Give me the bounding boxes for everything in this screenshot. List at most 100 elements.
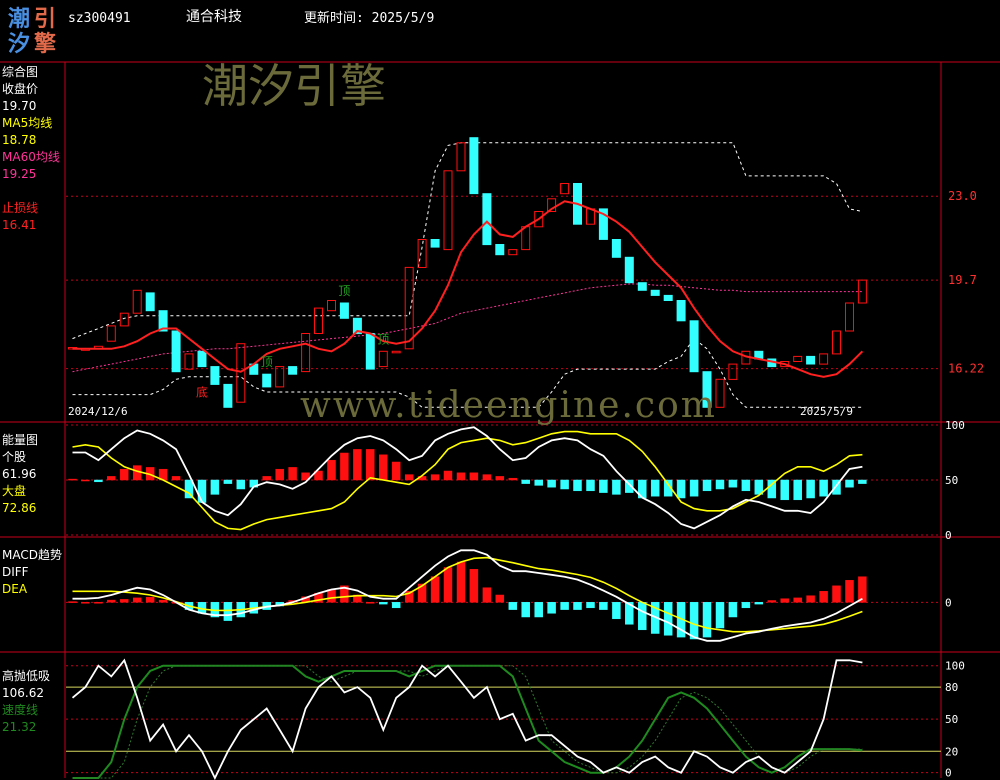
macd-bar xyxy=(482,587,492,603)
energy-bar xyxy=(353,449,362,481)
energy-bar xyxy=(858,479,867,484)
macd-panel-title: MACD趋势 xyxy=(2,548,62,562)
macd-bar xyxy=(81,602,90,604)
legend-stock-name: 个股 xyxy=(2,450,27,464)
swing-tick-2: 80 xyxy=(945,681,958,694)
candle xyxy=(857,279,867,304)
energy-bar xyxy=(482,474,492,481)
energy-bar xyxy=(689,479,699,497)
candle xyxy=(832,330,841,355)
main-legend: 综合图 收盘价 19.70 MA5均线 18.78 MA60均线 19.25 止… xyxy=(2,64,60,234)
swing-tick-3: 50 xyxy=(945,713,958,726)
candle xyxy=(262,373,272,388)
energy-bar xyxy=(806,479,815,499)
watermark-brand: 潮汐引擎 xyxy=(202,59,386,113)
energy-bar xyxy=(132,465,142,481)
macd-bar xyxy=(94,602,103,604)
macd-bar xyxy=(754,602,764,605)
swing-legend: 高抛低吸 106.62 速度线 21.32 xyxy=(2,668,50,736)
energy-tick-2: 50 xyxy=(945,474,958,487)
macd-bar xyxy=(508,602,518,610)
candle xyxy=(689,320,699,373)
energy-bar xyxy=(197,479,207,503)
energy-bar xyxy=(262,476,271,481)
macd-bar xyxy=(495,594,505,603)
candle xyxy=(223,383,233,408)
signal-marker-1: 顶 xyxy=(261,355,273,369)
energy-bar xyxy=(430,474,440,481)
candle xyxy=(495,244,505,256)
candle xyxy=(119,312,129,327)
candle xyxy=(365,333,375,370)
macd-bar xyxy=(845,580,854,603)
energy-bar xyxy=(793,479,802,501)
legend-close-value: 19.70 xyxy=(2,99,37,113)
legend-market-value: 72.86 xyxy=(2,501,37,515)
macd-bar xyxy=(145,596,155,603)
candle xyxy=(482,193,492,246)
main-panel-title: 综合图 xyxy=(2,65,39,79)
candle xyxy=(728,363,738,380)
energy-bar xyxy=(741,479,751,492)
macd-bar xyxy=(832,585,841,603)
macd-bar xyxy=(586,602,595,609)
candle xyxy=(106,325,116,342)
macd-bar xyxy=(858,576,867,603)
candle xyxy=(145,292,155,312)
macd-bar xyxy=(702,602,712,638)
macd-bar xyxy=(715,602,725,629)
energy-bar xyxy=(288,467,297,481)
price-tick-3: 16.22 xyxy=(948,362,984,376)
macd-bar xyxy=(638,602,647,631)
energy-bar xyxy=(366,449,375,481)
candle xyxy=(210,366,220,385)
macd-bar xyxy=(68,601,77,603)
energy-bar xyxy=(702,479,712,492)
swing-tick-5: 0 xyxy=(945,767,952,780)
energy-bar xyxy=(456,472,466,481)
energy-bar xyxy=(650,479,660,497)
energy-bar xyxy=(469,472,479,481)
candle xyxy=(793,355,803,362)
energy-bar xyxy=(68,478,77,481)
candle xyxy=(845,302,854,332)
x-end-date: 2025/5/9 xyxy=(800,405,853,418)
macd-bar xyxy=(366,602,375,604)
energy-bar xyxy=(94,479,103,483)
candle xyxy=(650,289,660,296)
energy-bar xyxy=(236,479,246,490)
candle xyxy=(456,142,466,172)
legend-stock-value: 61.96 xyxy=(2,467,37,481)
macd-bar xyxy=(107,599,116,603)
dea-line xyxy=(72,556,863,633)
candle xyxy=(624,256,634,284)
energy-bar xyxy=(780,479,789,501)
macd-bar xyxy=(612,602,621,620)
speed-line-lagged xyxy=(72,665,863,779)
candle xyxy=(663,294,673,301)
candle xyxy=(611,239,621,258)
candle xyxy=(236,343,246,403)
macd-bar xyxy=(469,569,479,603)
macd-bar xyxy=(741,602,751,609)
macd-legend: MACD趋势 DIFF DEA xyxy=(2,547,62,598)
legend-swing-value: 106.62 xyxy=(2,686,44,700)
macd-bar xyxy=(573,602,582,610)
candle xyxy=(443,170,453,251)
candle xyxy=(275,366,285,388)
energy-bar xyxy=(275,468,284,481)
energy-bar xyxy=(171,476,181,481)
candle xyxy=(560,183,570,195)
macd-bar xyxy=(456,561,466,603)
candle xyxy=(132,289,142,314)
swing-tick-4: 20 xyxy=(945,745,958,758)
speed-line xyxy=(72,664,863,779)
macd-bar xyxy=(599,602,608,610)
stock-energy-line xyxy=(72,426,863,530)
legend-speed-value: 21.32 xyxy=(2,720,37,734)
candle xyxy=(171,330,181,373)
legend-ma5-name: MA5均线 xyxy=(2,116,53,130)
candle xyxy=(197,350,207,368)
energy-bar xyxy=(107,476,116,481)
energy-bar xyxy=(508,477,518,481)
